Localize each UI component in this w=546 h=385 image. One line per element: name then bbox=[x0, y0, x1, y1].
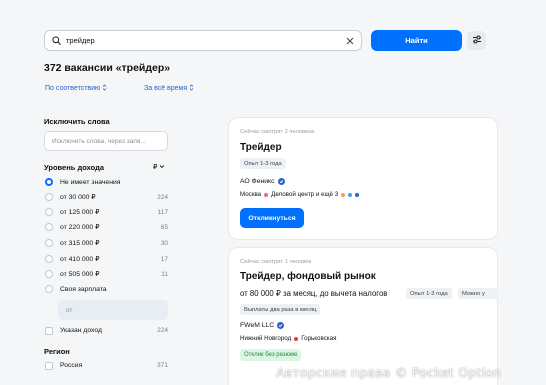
income-option-label: от 125 000 ₽ bbox=[60, 209, 100, 216]
radio[interactable] bbox=[45, 223, 53, 231]
income-option-count: 224 bbox=[157, 193, 168, 201]
search-icon bbox=[51, 36, 61, 46]
watermark: Авторские права © Pocket Option bbox=[276, 365, 502, 380]
company-name-row[interactable]: FWeM LLC bbox=[240, 322, 285, 329]
radio[interactable] bbox=[45, 239, 53, 247]
chevron-down-icon bbox=[159, 164, 165, 171]
experience-tag: Опыт 1-3 года bbox=[406, 288, 452, 299]
radio[interactable] bbox=[45, 193, 53, 201]
sort-period-label: За всё время bbox=[144, 85, 188, 92]
income-option-label: Не имеет значения bbox=[60, 178, 121, 186]
company-name: FWeM LLC bbox=[240, 322, 275, 329]
company-name-row[interactable]: АО Феникс bbox=[240, 178, 285, 185]
viewers-count: Сейчас смотрят 2 человека bbox=[240, 129, 315, 135]
results-title: 372 вакансии «трейдер» bbox=[44, 62, 171, 74]
region-count: 371 bbox=[157, 362, 168, 369]
income-option[interactable]: от 125 000 ₽ 117 bbox=[45, 206, 168, 218]
income-option-count: 117 bbox=[157, 208, 168, 216]
currency-dropdown[interactable]: ₽ bbox=[153, 163, 165, 171]
metro-icon bbox=[294, 336, 299, 341]
income-option-label: от 505 000 ₽ bbox=[60, 271, 100, 278]
radio-selected[interactable] bbox=[45, 178, 53, 186]
vacancy-title[interactable]: Трейдер, фондовый рынок bbox=[240, 271, 376, 282]
experience-tag: Опыт 1-3 года bbox=[240, 158, 286, 169]
income-option-label: от 410 000 ₽ bbox=[60, 256, 100, 263]
exclude-words-heading: Исключить слова bbox=[44, 117, 110, 126]
sliders-icon bbox=[472, 35, 482, 46]
income-option-label: Своя зарплата bbox=[60, 285, 107, 293]
search-field[interactable] bbox=[44, 30, 362, 51]
no-resume-badge: Отклик без резюме bbox=[240, 349, 302, 361]
income-option[interactable]: от 220 000 ₽ 65 bbox=[45, 221, 168, 233]
vacancy-card[interactable]: Сейчас смотрят 2 человека Трейдер Опыт 1… bbox=[228, 117, 498, 240]
with-income-count: 224 bbox=[157, 327, 168, 334]
income-option-label: от 30 000 ₽ bbox=[60, 194, 96, 201]
location-row: Нижний Новгород Горьковская bbox=[240, 335, 336, 342]
updown-chevron-icon bbox=[189, 84, 194, 93]
search-input[interactable] bbox=[66, 36, 345, 45]
verified-icon bbox=[277, 178, 285, 185]
with-income-checkbox-row[interactable]: Указан доход 224 bbox=[45, 325, 168, 336]
page: Найти 372 вакансии «трейдер» По соответс… bbox=[0, 0, 546, 385]
metro-line-dot bbox=[348, 192, 353, 197]
income-option[interactable]: от 315 000 ₽ 30 bbox=[45, 237, 168, 249]
currency-label: ₽ bbox=[153, 164, 158, 171]
city: Нижний Новгород bbox=[240, 335, 292, 342]
sort-relevance-dropdown[interactable]: По соответствию bbox=[45, 84, 107, 93]
clear-search-icon[interactable] bbox=[345, 36, 355, 46]
income-option-count: 65 bbox=[160, 223, 168, 231]
find-button[interactable]: Найти bbox=[371, 30, 462, 51]
radio[interactable] bbox=[45, 270, 53, 278]
city: Москва bbox=[240, 191, 262, 198]
radio[interactable] bbox=[45, 208, 53, 216]
income-option-count: 17 bbox=[160, 255, 168, 263]
company-name: АО Феникс bbox=[240, 178, 275, 185]
metro-line-dot bbox=[355, 192, 360, 197]
payout-tag: Выплаты два раза в месяц bbox=[240, 304, 321, 315]
metro-line-dot bbox=[341, 192, 346, 197]
vacancy-salary: от 80 000 ₽ за месяц, до вычета налогов bbox=[240, 289, 388, 298]
income-option[interactable]: от 30 000 ₽ 224 bbox=[45, 191, 168, 203]
region-heading: Регион bbox=[44, 347, 70, 356]
metro-icon bbox=[264, 192, 269, 197]
with-income-label: Указан доход bbox=[60, 327, 102, 334]
region-label: Россия bbox=[60, 362, 83, 369]
vacancy-title[interactable]: Трейдер bbox=[240, 142, 282, 153]
income-option-count: 30 bbox=[160, 239, 168, 247]
exclude-words-input[interactable]: Исключить слова, через запя... bbox=[44, 131, 168, 151]
checkbox[interactable] bbox=[45, 361, 53, 370]
income-option[interactable]: Своя зарплата bbox=[45, 283, 168, 295]
location-row: Москва Деловой центр и ещё 3 bbox=[240, 191, 360, 198]
income-heading: Уровень дохода bbox=[44, 163, 105, 172]
work-format-tag: Можно у bbox=[458, 288, 498, 299]
income-option[interactable]: от 410 000 ₽ 17 bbox=[45, 253, 168, 265]
radio[interactable] bbox=[45, 285, 53, 293]
sort-relevance-label: По соответствию bbox=[45, 85, 101, 92]
custom-salary-input[interactable]: от bbox=[58, 300, 168, 320]
checkbox[interactable] bbox=[45, 326, 53, 335]
income-option-count: 11 bbox=[161, 270, 168, 278]
radio[interactable] bbox=[45, 255, 53, 263]
sort-period-dropdown[interactable]: За всё время bbox=[144, 84, 194, 93]
region-checkbox-row[interactable]: Россия 371 bbox=[45, 360, 168, 371]
updown-chevron-icon bbox=[102, 84, 107, 93]
viewers-count: Сейчас смотрит 1 человек bbox=[240, 259, 312, 265]
income-option-label: от 220 000 ₽ bbox=[60, 224, 100, 231]
filters-button[interactable] bbox=[467, 31, 486, 50]
income-option-label: от 315 000 ₽ bbox=[60, 240, 100, 247]
income-option[interactable]: от 505 000 ₽ 11 bbox=[45, 268, 168, 280]
income-option[interactable]: Не имеет значения bbox=[45, 176, 168, 188]
metro-station: Деловой центр и ещё 3 bbox=[271, 191, 339, 198]
apply-button[interactable]: Откликнуться bbox=[240, 208, 304, 228]
verified-icon bbox=[277, 322, 285, 329]
metro-station: Горьковская bbox=[301, 335, 337, 342]
